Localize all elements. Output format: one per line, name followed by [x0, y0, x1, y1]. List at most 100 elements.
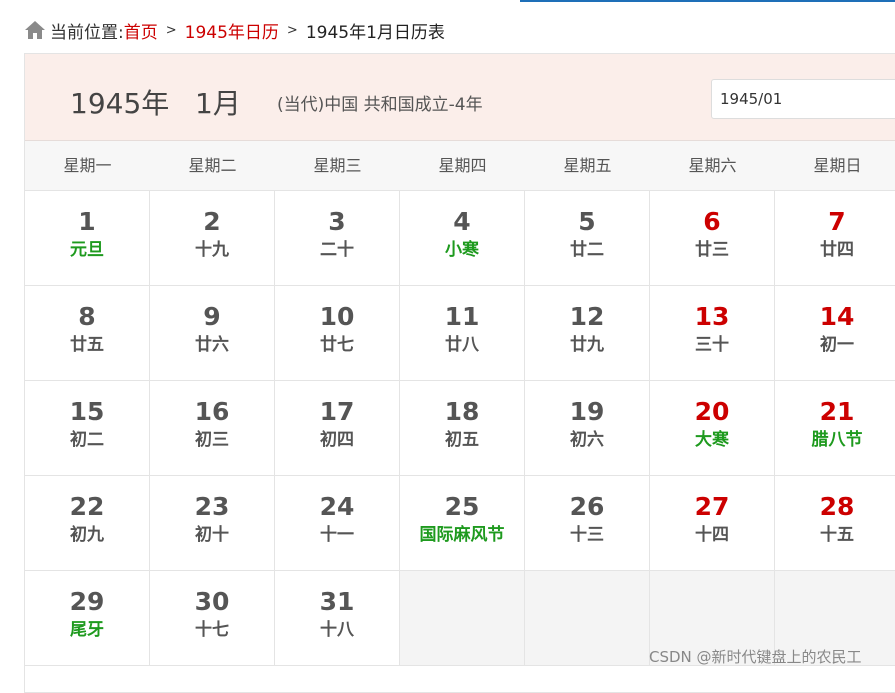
calendar-era: (当代)中国 共和国成立-4年 [277, 95, 483, 115]
day-number: 20 [694, 397, 730, 426]
day-number: 30 [194, 587, 230, 616]
day-number: 27 [694, 492, 730, 521]
day-number: 31 [319, 587, 355, 616]
empty-day-cell [400, 571, 525, 665]
day-lunar-date: 十七 [195, 620, 229, 640]
calendar-grid: 1 元旦 2 十九 3 二十 4 小寒 5 廿二 6 廿三 7 廿四 8 廿五 9 廿六 10 廿七 11 廿八 12 廿九 1… [25, 191, 895, 666]
day-cell[interactable]: 5 廿二 [525, 191, 650, 285]
day-lunar-date: 十九 [195, 240, 229, 260]
weekday-label: 星期六 [688, 156, 737, 175]
day-cell[interactable]: 22 初九 [25, 476, 150, 570]
day-lunar-date: 初十 [195, 525, 229, 545]
day-cell[interactable]: 24 十一 [275, 476, 400, 570]
day-number: 18 [444, 397, 480, 426]
day-lunar-date: 廿八 [445, 335, 479, 355]
day-festival: 小寒 [445, 240, 479, 260]
home-icon [24, 19, 46, 41]
day-number: 5 [578, 207, 596, 236]
day-number: 6 [703, 207, 721, 236]
breadcrumb-prefix: 当前位置: [50, 22, 124, 43]
day-cell[interactable]: 6 廿三 [650, 191, 775, 285]
day-lunar-date: 初二 [70, 430, 104, 450]
weekday-label: 星期二 [188, 156, 237, 175]
calendar-year: 1945年 [70, 87, 170, 120]
day-cell[interactable]: 26 十三 [525, 476, 650, 570]
day-cell[interactable]: 31 十八 [275, 571, 400, 665]
breadcrumb-separator: > [286, 22, 298, 38]
breadcrumb-year-calendar-link[interactable]: 1945年日历 [185, 18, 279, 43]
day-cell[interactable]: 2 十九 [150, 191, 275, 285]
empty-day-cell [525, 571, 650, 665]
day-cell[interactable]: 25 国际麻风节 [400, 476, 525, 570]
day-lunar-date: 廿四 [820, 240, 854, 260]
day-number: 2 [203, 207, 221, 236]
day-cell[interactable]: 15 初二 [25, 381, 150, 475]
day-cell[interactable]: 8 廿五 [25, 286, 150, 380]
day-number: 3 [328, 207, 346, 236]
day-cell[interactable]: 9 廿六 [150, 286, 275, 380]
watermark: CSDN @新时代键盘上的农民工 [649, 648, 862, 666]
day-number: 22 [69, 492, 105, 521]
calendar: 1945年 1月 (当代)中国 共和国成立-4年 星期一 星期二 星期三 星期四 星期五… [24, 53, 895, 693]
day-cell[interactable]: 19 初六 [525, 381, 650, 475]
day-number: 9 [203, 302, 221, 331]
day-number: 11 [444, 302, 480, 331]
day-number: 28 [819, 492, 855, 521]
day-cell[interactable]: 17 初四 [275, 381, 400, 475]
day-number: 19 [569, 397, 605, 426]
weekday-label: 星期五 [563, 156, 612, 175]
day-cell[interactable]: 23 初十 [150, 476, 275, 570]
day-festival: 元旦 [70, 240, 104, 260]
day-cell[interactable]: 28 十五 [775, 476, 895, 570]
date-input[interactable] [711, 79, 895, 119]
day-number: 24 [319, 492, 355, 521]
day-cell[interactable]: 30 十七 [150, 571, 275, 665]
week-row: 1 元旦 2 十九 3 二十 4 小寒 5 廿二 6 廿三 7 廿四 [25, 191, 895, 286]
day-cell[interactable]: 27 十四 [650, 476, 775, 570]
day-number: 29 [69, 587, 105, 616]
calendar-header: 1945年 1月 (当代)中国 共和国成立-4年 [25, 54, 895, 141]
day-number: 1 [78, 207, 96, 236]
day-number: 16 [194, 397, 230, 426]
day-cell[interactable]: 12 廿九 [525, 286, 650, 380]
day-lunar-date: 廿九 [570, 335, 604, 355]
day-cell[interactable]: 3 二十 [275, 191, 400, 285]
day-number: 25 [444, 492, 480, 521]
day-festival: 尾牙 [70, 620, 104, 640]
day-lunar-date: 十五 [820, 525, 854, 545]
day-lunar-date: 廿三 [695, 240, 729, 260]
day-festival: 大寒 [695, 430, 729, 450]
day-number: 7 [828, 207, 846, 236]
day-cell[interactable]: 29 尾牙 [25, 571, 150, 665]
top-accent-line [520, 0, 895, 2]
day-cell[interactable]: 1 元旦 [25, 191, 150, 285]
day-lunar-date: 三十 [695, 335, 729, 355]
day-number: 10 [319, 302, 355, 331]
week-row: 22 初九 23 初十 24 十一 25 国际麻风节 26 十三 27 十四 28 十五 [25, 476, 895, 571]
day-lunar-date: 十四 [695, 525, 729, 545]
day-cell[interactable]: 16 初三 [150, 381, 275, 475]
day-cell[interactable]: 11 廿八 [400, 286, 525, 380]
weekday-label: 星期一 [63, 156, 112, 175]
day-cell[interactable]: 4 小寒 [400, 191, 525, 285]
breadcrumb: 当前位置: 首页 > 1945年日历 > 1945年1月日历表 [24, 16, 445, 44]
day-cell[interactable]: 21 腊八节 [775, 381, 895, 475]
breadcrumb-current: 1945年1月日历表 [305, 22, 445, 43]
day-lunar-date: 初六 [570, 430, 604, 450]
day-cell[interactable]: 10 廿七 [275, 286, 400, 380]
day-cell[interactable]: 18 初五 [400, 381, 525, 475]
breadcrumb-separator: > [165, 22, 177, 38]
day-lunar-date: 初五 [445, 430, 479, 450]
day-cell[interactable]: 14 初一 [775, 286, 895, 380]
day-lunar-date: 廿五 [70, 335, 104, 355]
day-lunar-date: 廿二 [570, 240, 604, 260]
week-row: 8 廿五 9 廿六 10 廿七 11 廿八 12 廿九 13 三十 14 初一 [25, 286, 895, 381]
day-lunar-date: 初九 [70, 525, 104, 545]
day-number: 14 [819, 302, 855, 331]
day-cell[interactable]: 7 廿四 [775, 191, 895, 285]
day-lunar-date: 廿六 [195, 335, 229, 355]
day-cell[interactable]: 13 三十 [650, 286, 775, 380]
day-cell[interactable]: 20 大寒 [650, 381, 775, 475]
breadcrumb-home-link[interactable]: 首页 [124, 18, 158, 43]
day-lunar-date: 初一 [820, 335, 854, 355]
